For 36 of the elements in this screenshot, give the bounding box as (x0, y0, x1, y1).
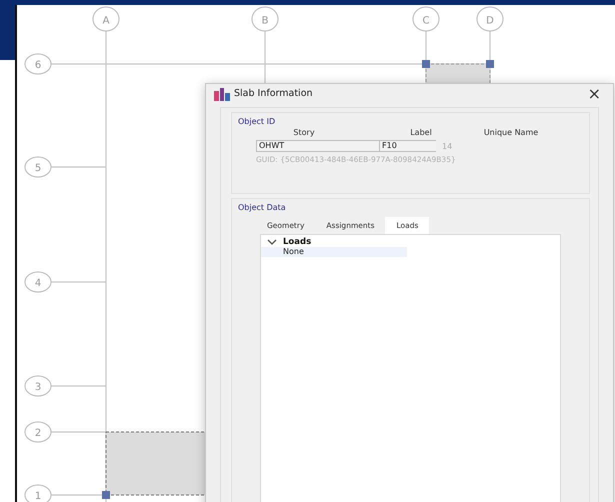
grid-label: D (486, 16, 494, 26)
grid-label: 3 (34, 382, 42, 393)
group-legend: Object Data (238, 203, 583, 212)
grid-label: 2 (34, 428, 42, 439)
grid-label: 6 (34, 60, 42, 71)
grid-label: C (422, 16, 430, 26)
unique-name-value: 14 (442, 142, 452, 150)
window-title: Slab Information (234, 88, 314, 99)
grid-label: 4 (34, 278, 42, 289)
column-header: Unique Name (482, 128, 540, 137)
tree-node[interactable]: Loads (283, 236, 312, 246)
app-icon (214, 86, 230, 100)
grid-label: 5 (34, 163, 42, 174)
point-marker (102, 491, 110, 499)
label-field: F10 (379, 140, 436, 152)
grid-bubble (24, 156, 52, 178)
grid-bubble (24, 54, 52, 74)
grid-label: B (262, 16, 268, 26)
grid-bubble (24, 422, 52, 442)
grid-bubble (252, 6, 278, 32)
chevron-icon[interactable] (267, 238, 277, 246)
grid-label: 1 (34, 491, 42, 502)
grid-bubble (24, 376, 52, 396)
grid-bubble (476, 6, 504, 32)
tree-item[interactable]: None (261, 247, 407, 257)
point-marker (486, 60, 494, 68)
column-header: Label (409, 128, 433, 137)
grid-label: A (102, 16, 110, 26)
grid-bubble (412, 6, 440, 32)
grid-bubble (92, 6, 120, 32)
point-marker (422, 60, 430, 68)
grid-bubble (24, 272, 52, 292)
column-header: Story (292, 128, 316, 137)
story-field: OHWT (256, 140, 379, 152)
group-legend: Object ID (238, 117, 583, 126)
close-button[interactable]: × (582, 84, 607, 103)
